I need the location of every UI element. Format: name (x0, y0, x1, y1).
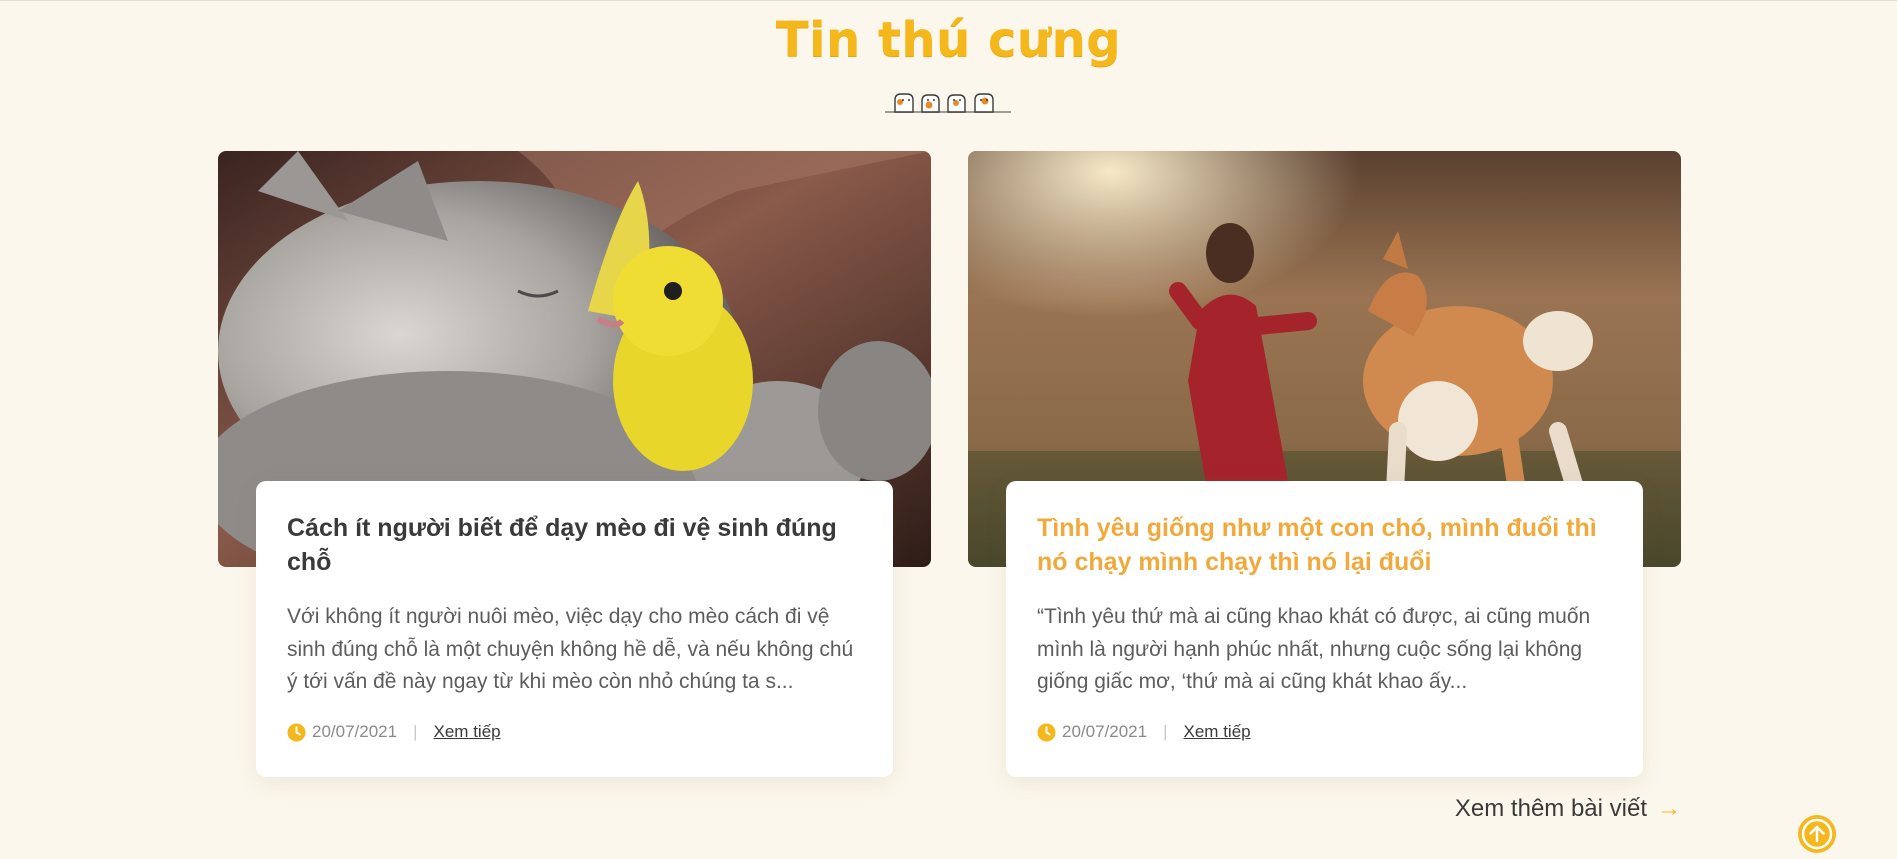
read-more-link[interactable]: Xem tiếp (434, 722, 501, 742)
meta-divider: | (1163, 722, 1168, 741)
post-title[interactable]: Cách ít người biết để dạy mèo đi vệ sinh… (287, 511, 862, 579)
post-panel: Cách ít người biết để dạy mèo đi vệ sinh… (256, 481, 893, 777)
post-excerpt: “Tình yêu thứ mà ai cũng khao khát có đư… (1037, 605, 1591, 693)
read-more-link[interactable]: Xem tiếp (1184, 722, 1251, 742)
clock-icon (1037, 722, 1056, 742)
post-date: 20/07/2021 (312, 722, 398, 741)
arrow-up-circle-icon (1801, 818, 1833, 850)
arrow-right-icon: → (1657, 795, 1681, 822)
post-card[interactable]: Cách ít người biết để dạy mèo đi vệ sinh… (218, 151, 931, 777)
post-excerpt: Với không ít người nuôi mèo, việc dạy ch… (287, 605, 854, 693)
post-title[interactable]: Tình yêu giống như một con chó, mình đuổ… (1037, 511, 1612, 579)
post-panel: Tình yêu giống như một con chó, mình đuổ… (1006, 481, 1643, 777)
see-more-label: Xem thêm bài viết (1454, 795, 1647, 822)
top-divider (0, 0, 1897, 1)
section-title: Tin thú cưng (775, 12, 1122, 68)
pets-row-icon (885, 93, 1011, 113)
post-meta: 20/07/2021 | Xem tiếp (287, 722, 862, 742)
clock-icon (287, 722, 306, 742)
meta-divider: | (413, 722, 418, 741)
post-meta: 20/07/2021 | Xem tiếp (1037, 722, 1612, 742)
post-date: 20/07/2021 (1062, 722, 1148, 741)
see-more-posts-link[interactable]: Xem thêm bài viết → (1455, 795, 1681, 823)
back-to-top-button[interactable] (1798, 815, 1836, 853)
post-card[interactable]: Tình yêu giống như một con chó, mình đuổ… (968, 151, 1681, 777)
